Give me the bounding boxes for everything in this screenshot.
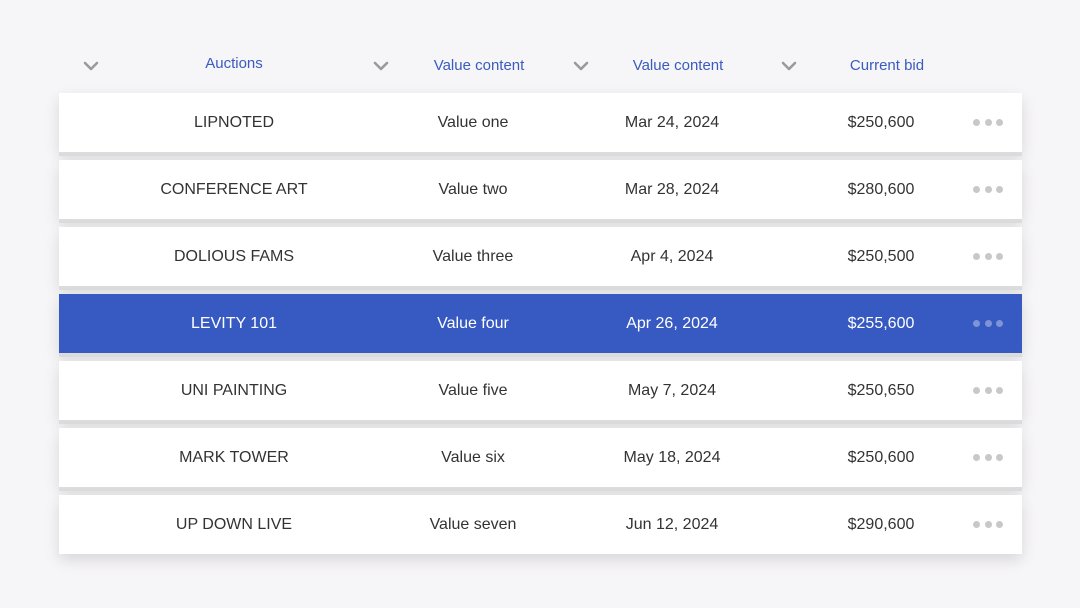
value-content: Value three <box>432 248 514 265</box>
value-content: Value four <box>437 315 509 332</box>
auction-date: Apr 26, 2024 <box>626 315 718 332</box>
auction-date: Mar 24, 2024 <box>624 114 720 131</box>
table-row[interactable]: LIPNOTED Value one Mar 24, 2024 $250,600 <box>59 93 1022 156</box>
more-horizontal-icon[interactable] <box>973 387 1003 395</box>
header-current-bid[interactable]: Current bid <box>850 57 924 74</box>
auction-name: LEVITY 101 <box>191 315 277 332</box>
current-bid: $280,600 <box>847 181 915 198</box>
header-value-content-1[interactable]: Value content <box>434 57 525 74</box>
header-auctions[interactable]: Auctions <box>205 55 263 72</box>
table-row[interactable]: CONFERENCE ART Value two Mar 28, 2024 $2… <box>59 160 1022 223</box>
auctions-table-page: Auctions Value content Value content Cur… <box>0 0 1080 608</box>
table-row[interactable]: UP DOWN LIVE Value seven Jun 12, 2024 $2… <box>59 495 1022 554</box>
more-horizontal-icon[interactable] <box>973 253 1003 261</box>
current-bid: $250,650 <box>847 382 915 399</box>
auction-date: May 7, 2024 <box>627 382 717 399</box>
chevron-down-icon[interactable] <box>82 59 100 73</box>
header-value-content-2[interactable]: Value content <box>633 57 724 74</box>
current-bid: $255,600 <box>847 315 915 332</box>
current-bid: $250,500 <box>847 248 915 265</box>
auction-name: UP DOWN LIVE <box>175 516 293 533</box>
auction-date: Apr 4, 2024 <box>630 248 714 265</box>
current-bid: $250,600 <box>847 449 915 466</box>
value-content: Value five <box>438 382 508 399</box>
value-content: Value six <box>441 449 505 466</box>
auction-date: May 18, 2024 <box>623 449 721 466</box>
table-header: Auctions Value content Value content Cur… <box>59 46 1022 86</box>
more-horizontal-icon[interactable] <box>973 521 1003 529</box>
auction-name: MARK TOWER <box>179 449 289 466</box>
auction-name: UNI PAINTING <box>180 382 288 399</box>
auction-date: Jun 12, 2024 <box>625 516 719 533</box>
table-row[interactable]: MARK TOWER Value six May 18, 2024 $250,6… <box>59 428 1022 491</box>
more-horizontal-icon[interactable] <box>973 454 1003 462</box>
table-row[interactable]: DOLIOUS FAMS Value three Apr 4, 2024 $25… <box>59 227 1022 290</box>
current-bid: $250,600 <box>847 114 915 131</box>
chevron-down-icon[interactable] <box>572 59 590 73</box>
chevron-down-icon[interactable] <box>780 59 798 73</box>
auction-name: DOLIOUS FAMS <box>173 248 295 265</box>
auction-name: CONFERENCE ART <box>160 181 308 198</box>
more-horizontal-icon[interactable] <box>973 119 1003 127</box>
value-content: Value one <box>437 114 509 131</box>
auction-date: Mar 28, 2024 <box>624 181 720 198</box>
auction-name: LIPNOTED <box>193 114 275 131</box>
chevron-down-icon[interactable] <box>372 59 390 73</box>
table-row[interactable]: UNI PAINTING Value five May 7, 2024 $250… <box>59 361 1022 424</box>
more-horizontal-icon[interactable] <box>973 186 1003 194</box>
table-row-selected[interactable]: LEVITY 101 Value four Apr 26, 2024 $255,… <box>59 294 1022 357</box>
value-content: Value seven <box>429 516 517 533</box>
more-horizontal-icon[interactable] <box>973 320 1003 328</box>
value-content: Value two <box>438 181 508 198</box>
current-bid: $290,600 <box>847 516 915 533</box>
auction-rows: LIPNOTED Value one Mar 24, 2024 $250,600… <box>59 93 1022 562</box>
